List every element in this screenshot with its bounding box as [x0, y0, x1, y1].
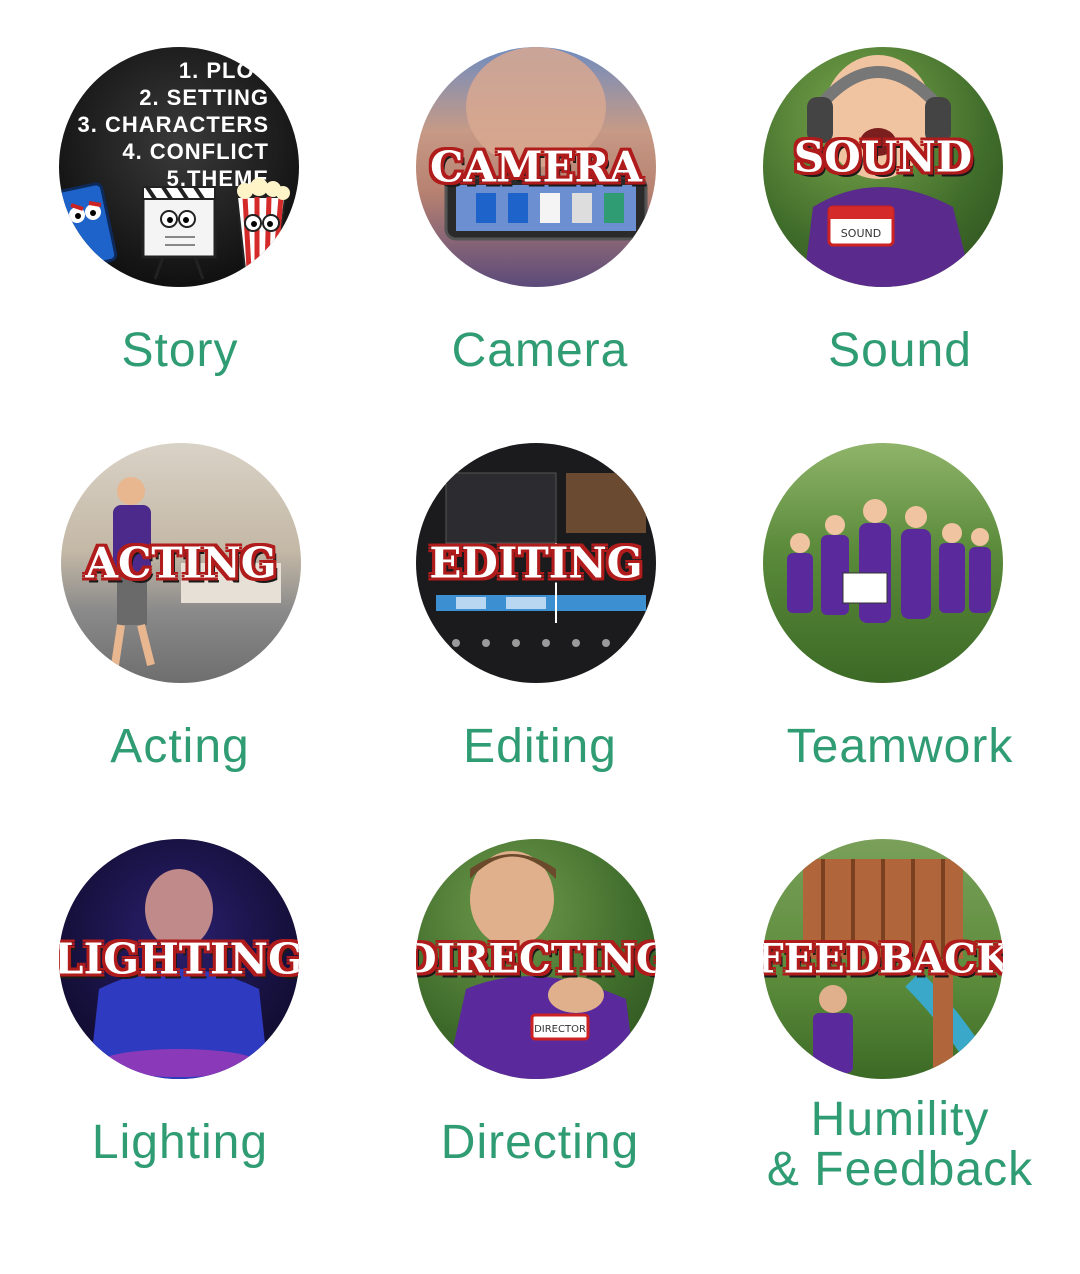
tile-sound[interactable]: SOUND SOUND Sound	[720, 0, 1080, 396]
team-group-icon	[787, 499, 991, 623]
skills-grid: 1. PLOT 2. SETTING 3. CHARACTERS 4. CONF…	[0, 0, 1080, 1274]
feedback-overlay-title: FEEDBACK	[763, 935, 1003, 983]
feedback-thumbnail: FEEDBACK	[763, 839, 1003, 1079]
teamwork-thumbnail	[763, 443, 1003, 683]
tile-label: Story	[121, 324, 239, 377]
name-tag-text: DIRECTOR	[534, 1024, 586, 1035]
tile-feedback[interactable]: FEEDBACK Humility & Feedback	[720, 792, 1080, 1195]
story-thumbnail: 1. PLOT 2. SETTING 3. CHARACTERS 4. CONF…	[59, 47, 299, 287]
tile-label: Acting	[110, 720, 250, 773]
camera-overlay-title: CAMERA	[429, 142, 643, 192]
tile-teamwork[interactable]: Teamwork	[720, 396, 1080, 792]
tile-label: Teamwork	[786, 720, 1014, 773]
directing-thumbnail: DIRECTOR DIRECTING	[416, 839, 656, 1079]
tile-acting[interactable]: ACTING Acting	[0, 396, 360, 792]
sound-overlay-title: SOUND	[793, 132, 973, 182]
camera-thumbnail: CAMERA	[416, 47, 656, 287]
name-tag-text: SOUND	[841, 227, 881, 240]
tile-lighting[interactable]: LIGHTING Lighting	[0, 792, 360, 1188]
editing-overlay-title: EDITING	[429, 538, 643, 588]
directing-overlay-title: DIRECTING	[416, 935, 656, 983]
editing-thumbnail: EDITING	[416, 443, 656, 683]
acting-overlay-title: ACTING	[85, 538, 277, 588]
tile-directing[interactable]: DIRECTOR DIRECTING Directing	[360, 792, 720, 1188]
tile-label-line: & Feedback	[766, 1143, 1034, 1196]
lighting-thumbnail: LIGHTING	[59, 839, 299, 1079]
sound-thumbnail: SOUND SOUND	[763, 47, 1003, 287]
tile-editing[interactable]: EDITING Editing	[360, 396, 720, 792]
acting-thumbnail: ACTING	[61, 443, 301, 683]
tile-label-line: Humility	[810, 1093, 990, 1146]
tile-camera[interactable]: CAMERA Camera	[360, 0, 720, 396]
tile-label: Humility & Feedback	[720, 1095, 1080, 1195]
tile-label: Editing	[463, 720, 617, 773]
tile-story[interactable]: 1. PLOT 2. SETTING 3. CHARACTERS 4. CONF…	[0, 0, 360, 396]
tile-label: Sound	[828, 324, 972, 377]
tile-label: Camera	[451, 324, 629, 377]
tile-label: Directing	[440, 1116, 640, 1169]
tile-label: Lighting	[91, 1116, 269, 1169]
clapperboard-mascot-icon	[59, 178, 290, 280]
lighting-overlay-title: LIGHTING	[59, 934, 299, 984]
